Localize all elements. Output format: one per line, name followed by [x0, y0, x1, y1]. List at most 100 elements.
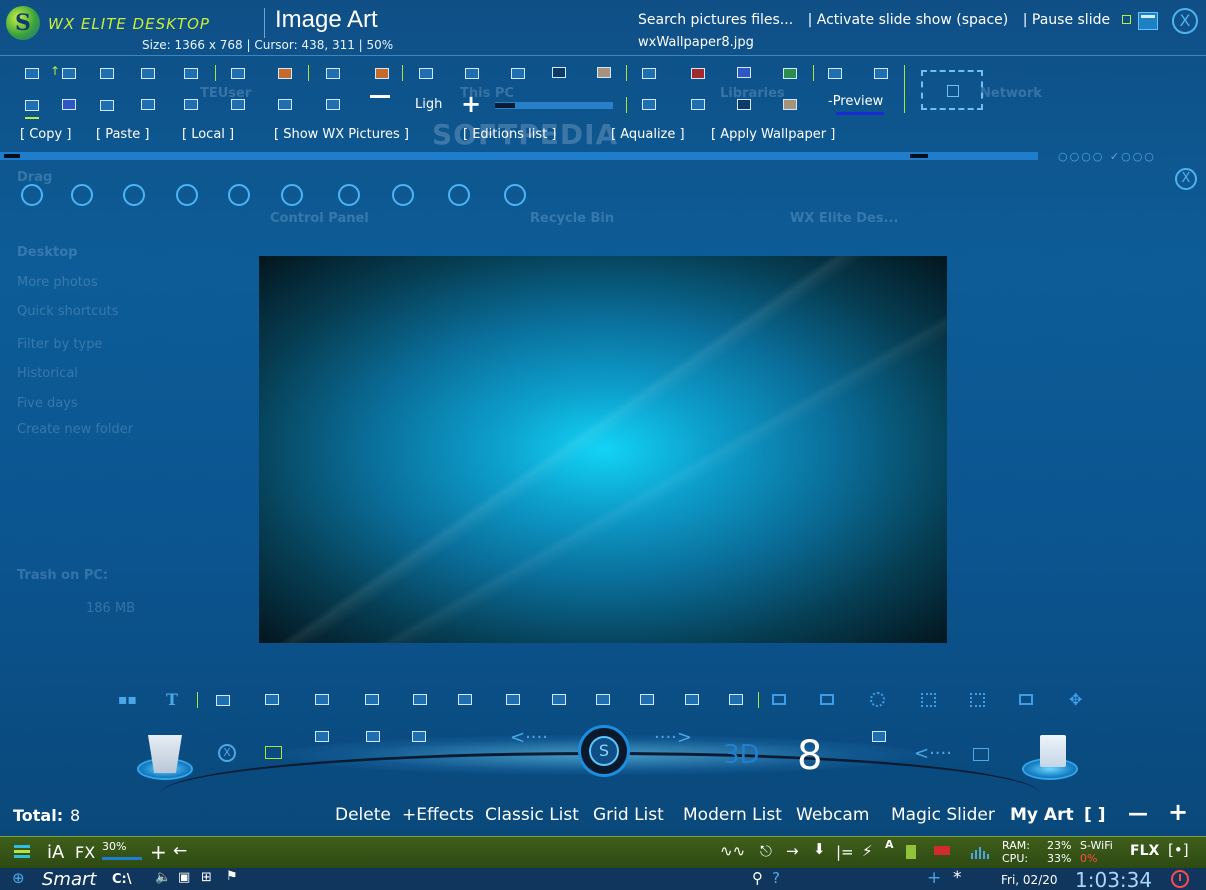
- tool-icon-4[interactable]: [141, 68, 155, 79]
- light-slider[interactable]: [495, 102, 613, 109]
- effect-icon-8[interactable]: [552, 694, 566, 705]
- clock[interactable]: 1:03:34: [1075, 868, 1152, 890]
- bracket-button[interactable]: [ ]: [1084, 805, 1105, 825]
- rect-select-icon[interactable]: [921, 693, 936, 707]
- align-icon[interactable]: |=: [836, 843, 854, 861]
- frame-icon[interactable]: [1019, 694, 1033, 705]
- volume-icon[interactable]: 🔈: [155, 870, 171, 885]
- effect-icon-4[interactable]: [365, 694, 379, 705]
- tool-icon-5[interactable]: [184, 68, 198, 79]
- network-bars-icon[interactable]: [970, 845, 990, 859]
- effect-icon-5[interactable]: [413, 694, 427, 705]
- flx-button[interactable]: FLX: [1130, 843, 1159, 859]
- center-s-button[interactable]: S: [578, 725, 630, 777]
- tool-icon-20[interactable]: [874, 68, 888, 79]
- crop-icon[interactable]: [772, 694, 786, 705]
- my-art-button[interactable]: My Art: [1010, 805, 1074, 825]
- scroll-track[interactable]: [0, 152, 1038, 160]
- app-logo[interactable]: S WX ELITE DESKTOP: [6, 6, 256, 40]
- download-icon[interactable]: ⬇: [813, 840, 826, 858]
- effect-icon-3[interactable]: [315, 694, 329, 705]
- light-increase-button[interactable]: +: [461, 92, 481, 116]
- thumbnail-slot[interactable]: [71, 184, 93, 206]
- tool-icon-21[interactable]: [25, 100, 39, 111]
- tool-icon-24[interactable]: [141, 99, 155, 110]
- effect-icon-11[interactable]: [685, 694, 699, 705]
- dock-tool-icon-1[interactable]: [315, 731, 329, 742]
- up-arrow-icon[interactable]: ↑: [50, 64, 60, 78]
- modern-list-button[interactable]: Modern List: [683, 805, 782, 825]
- window-mode-icon[interactable]: [1138, 12, 1158, 30]
- fx-button[interactable]: FX: [75, 843, 95, 862]
- font-a-icon[interactable]: A: [885, 838, 894, 851]
- effect-icon-2[interactable]: [265, 694, 279, 705]
- show-wx-pictures-action[interactable]: [ Show WX Pictures ]: [274, 127, 409, 142]
- magic-slider-button[interactable]: Magic Slider: [891, 805, 995, 825]
- paste-action[interactable]: [ Paste ]: [96, 127, 150, 142]
- search-icon[interactable]: ⚲: [752, 869, 763, 887]
- add-button[interactable]: +: [150, 840, 167, 864]
- help-icon[interactable]: ?: [772, 869, 780, 887]
- thumbnail-slot[interactable]: [228, 184, 250, 206]
- pause-slide-link[interactable]: | Pause slide: [1023, 12, 1141, 28]
- thumbnail-slot[interactable]: [338, 184, 360, 206]
- flag-icon[interactable]: ⚑: [226, 869, 238, 884]
- scroll-marker-end[interactable]: [910, 154, 928, 158]
- zoom-in-button[interactable]: +: [1168, 798, 1188, 826]
- tray-add-button[interactable]: +: [927, 868, 941, 888]
- crop-alt-icon[interactable]: [820, 694, 834, 705]
- effect-icon-6[interactable]: [458, 694, 472, 705]
- classic-list-button[interactable]: Classic List: [485, 805, 579, 825]
- circle-select-icon[interactable]: [870, 692, 885, 707]
- 3d-toggle[interactable]: 3D: [723, 740, 760, 770]
- alert-icon[interactable]: [934, 846, 950, 855]
- previous-arrow[interactable]: <····: [510, 727, 548, 748]
- wallpaper-image[interactable]: [259, 256, 947, 643]
- fullscreen-crop-icon[interactable]: [921, 70, 983, 110]
- effect-icon-12[interactable]: [729, 694, 743, 705]
- tool-icon-22[interactable]: [62, 99, 76, 110]
- tool-icon-2[interactable]: [62, 68, 76, 79]
- tool-icon-14[interactable]: [597, 67, 611, 78]
- forward-arrow-icon[interactable]: →: [786, 842, 799, 860]
- tool-icon-32[interactable]: [783, 99, 797, 110]
- pause-checkbox-icon[interactable]: [1122, 15, 1132, 24]
- editions-list-action[interactable]: [ Editions list ]: [463, 127, 556, 142]
- preview-toggle[interactable]: -Preview: [828, 94, 883, 109]
- dot-toggle-button[interactable]: [•]: [1168, 841, 1189, 859]
- effect-icon-7[interactable]: [506, 694, 520, 705]
- thumbnail-slot[interactable]: [504, 184, 526, 206]
- ia-button[interactable]: iA: [47, 842, 64, 863]
- effect-icon-1[interactable]: [216, 695, 230, 706]
- menu-icon[interactable]: [14, 845, 30, 859]
- box-icon[interactable]: ▣: [178, 870, 190, 885]
- text-tool-icon[interactable]: T: [166, 690, 178, 709]
- tool-icon-12[interactable]: [511, 68, 525, 79]
- tool-icon-19[interactable]: [828, 68, 842, 79]
- tool-icon-9[interactable]: [375, 68, 389, 79]
- next-arrow[interactable]: ····>: [654, 727, 692, 748]
- local-action[interactable]: [ Local ]: [182, 127, 234, 142]
- dock-tool-icon-3[interactable]: [412, 731, 426, 742]
- close-panel-button[interactable]: X: [1175, 168, 1197, 190]
- previous-arrow-alt[interactable]: <····: [914, 743, 952, 764]
- tool-icon-30[interactable]: [691, 99, 705, 110]
- effect-icon-10[interactable]: [640, 694, 654, 705]
- dock-tool-icon-2[interactable]: [366, 731, 380, 742]
- zoom-out-button[interactable]: —: [1128, 801, 1148, 825]
- tool-icon-28[interactable]: [326, 99, 340, 110]
- tool-icon-13[interactable]: [552, 67, 566, 78]
- dock-tool-icon-4[interactable]: [872, 731, 886, 742]
- tool-icon-26[interactable]: [231, 99, 245, 110]
- expand-icon[interactable]: ✥: [1069, 690, 1082, 709]
- tool-icon-18[interactable]: [783, 68, 797, 79]
- page-dots[interactable]: ○○○○ ✓○○○: [1058, 150, 1156, 163]
- tool-icon-3[interactable]: [100, 68, 114, 79]
- tool-icon-6[interactable]: [231, 68, 245, 79]
- activity-icon[interactable]: ⚡: [862, 842, 873, 860]
- document-icon[interactable]: [1040, 735, 1066, 767]
- asterisk-button[interactable]: *: [953, 868, 962, 888]
- tool-icon-31[interactable]: [737, 99, 751, 110]
- effects-button[interactable]: +Effects: [402, 805, 474, 825]
- tool-icon-25[interactable]: [184, 99, 198, 110]
